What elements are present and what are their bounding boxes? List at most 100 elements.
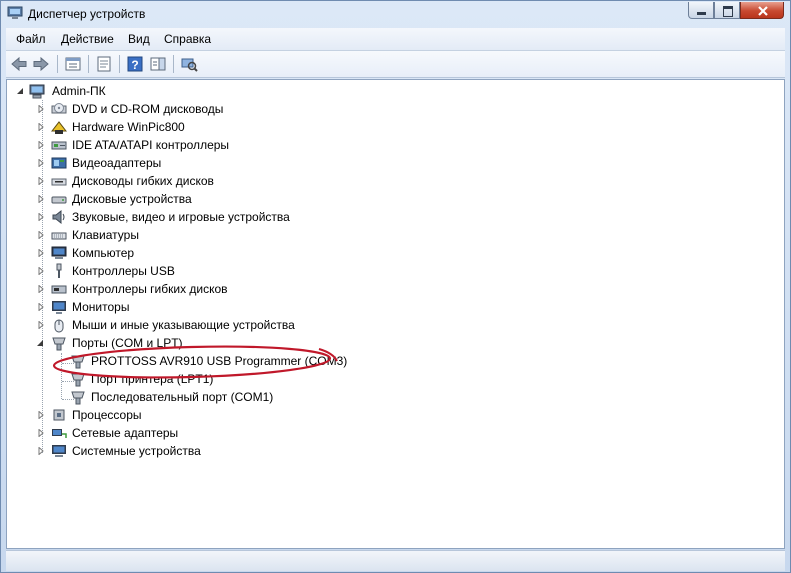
menu-bar: Файл Действие Вид Справка: [6, 28, 785, 51]
chip-programmer-icon: [51, 121, 67, 134]
help-button[interactable]: ?: [126, 55, 144, 73]
console-tree-button[interactable]: [64, 55, 82, 73]
tree-item-label: DVD и CD-ROM дисководы: [72, 102, 224, 116]
keyboard-icon: [51, 232, 67, 240]
back-button[interactable]: [10, 55, 28, 73]
menu-file[interactable]: Файл: [16, 32, 46, 46]
tree-item-floppy-controllers[interactable]: Контроллеры гибких дисков: [7, 280, 767, 298]
tree-item-label: Hardware WinPic800: [72, 120, 185, 134]
tree-item-label: Контроллеры USB: [72, 264, 175, 278]
close-button[interactable]: [740, 2, 784, 19]
forward-button[interactable]: [32, 55, 50, 73]
tree-item-label: Мониторы: [72, 300, 130, 314]
tree-item-label: IDE ATA/ATAPI контроллеры: [72, 138, 230, 152]
toolbar-separator: [173, 55, 174, 73]
mouse-icon: [54, 319, 64, 333]
usb-icon: [56, 263, 62, 278]
tree-item-label: Видеоадаптеры: [72, 156, 162, 170]
menu-help[interactable]: Справка: [164, 32, 211, 46]
scan-hardware-button[interactable]: [180, 55, 198, 73]
dvd-drive-icon: [51, 103, 67, 114]
device-manager-window: Диспетчер устройств Файл Действие Вид Сп…: [0, 0, 791, 573]
network-adapter-icon: [52, 429, 67, 438]
collapsed-arrow-icon[interactable]: [37, 195, 45, 203]
disk-drive-icon: [51, 196, 67, 204]
properties-button[interactable]: [95, 55, 113, 73]
collapsed-arrow-icon[interactable]: [37, 159, 45, 167]
tree-item-keyboards[interactable]: Клавиатуры: [7, 226, 767, 244]
toolbar: ?: [6, 51, 785, 78]
computer-icon: [29, 84, 45, 99]
tree-item-computer[interactable]: Компьютер: [7, 244, 767, 262]
tree-item-label: Компьютер: [72, 246, 135, 260]
collapsed-arrow-icon[interactable]: [37, 105, 45, 113]
collapsed-arrow-icon[interactable]: [37, 249, 45, 257]
ide-controller-icon: [51, 141, 67, 150]
collapsed-arrow-icon[interactable]: [37, 213, 45, 221]
tree-item-video[interactable]: Видеоадаптеры: [7, 154, 767, 172]
tree-item-label: Мыши и иные указывающие устройства: [72, 318, 295, 332]
close-icon: [758, 6, 768, 16]
svg-text:?: ?: [131, 58, 138, 72]
tree-item-winpic800[interactable]: Hardware WinPic800: [7, 118, 767, 136]
expanded-arrow-icon[interactable]: [16, 87, 24, 95]
tree-item-label: Клавиатуры: [72, 228, 139, 242]
tree-item-network[interactable]: Сетевые адаптеры: [7, 424, 767, 442]
tree-item-monitors[interactable]: Мониторы: [7, 298, 767, 316]
tree-item-disk-drives[interactable]: Дисковые устройства: [7, 190, 767, 208]
action-pane-button[interactable]: [149, 55, 167, 73]
computer-icon: [51, 246, 67, 259]
tree-item-label: Процессоры: [72, 408, 142, 422]
tree-item-label: Сетевые адаптеры: [72, 426, 179, 440]
toolbar-separator: [57, 55, 58, 73]
tree-root-admin-pc[interactable]: Admin-ПК: [7, 82, 767, 100]
tree-item-sound[interactable]: Звуковые, видео и игровые устройства: [7, 208, 767, 226]
minimize-button[interactable]: [688, 2, 714, 19]
collapsed-arrow-icon[interactable]: [37, 267, 45, 275]
tree-item-mice[interactable]: Мыши и иные указывающие устройства: [7, 316, 767, 334]
tree-item-label: Звуковые, видео и игровые устройства: [72, 210, 290, 224]
collapsed-arrow-icon[interactable]: [37, 303, 45, 311]
tree-item-processors[interactable]: Процессоры: [7, 406, 767, 424]
device-tree[interactable]: Admin-ПК DVD и CD-ROM дисководы Hardware…: [6, 79, 785, 549]
tree-item-usb[interactable]: Контроллеры USB: [7, 262, 767, 280]
menu-view[interactable]: Вид: [128, 32, 150, 46]
monitor-icon: [52, 301, 66, 314]
status-bar: [6, 550, 785, 571]
tree-item-label: Дисковые устройства: [72, 192, 192, 206]
expanded-arrow-icon[interactable]: [36, 339, 44, 347]
collapsed-arrow-icon[interactable]: [37, 231, 45, 239]
collapsed-arrow-icon[interactable]: [37, 177, 45, 185]
window-title: Диспетчер устройств: [28, 7, 146, 21]
floppy-controller-icon: [51, 285, 67, 294]
collapsed-arrow-icon[interactable]: [37, 285, 45, 293]
tree-item-dvd[interactable]: DVD и CD-ROM дисководы: [7, 100, 767, 118]
collapsed-arrow-icon[interactable]: [37, 321, 45, 329]
tree-item-label: Последовательный порт (COM1): [91, 390, 274, 404]
menu-action[interactable]: Действие: [61, 32, 114, 46]
collapsed-arrow-icon[interactable]: [37, 411, 45, 419]
floppy-drive-icon: [51, 178, 67, 186]
minimize-icon: [697, 12, 706, 15]
maximize-button[interactable]: [714, 2, 740, 19]
tree-item-label: Системные устройства: [72, 444, 201, 458]
tree-item-ide[interactable]: IDE ATA/ATAPI контроллеры: [7, 136, 767, 154]
collapsed-arrow-icon[interactable]: [37, 429, 45, 437]
collapsed-arrow-icon[interactable]: [37, 141, 45, 149]
title-bar[interactable]: Диспетчер устройств: [1, 1, 790, 27]
port-icon: [71, 391, 85, 405]
tree-item-label: Контроллеры гибких дисков: [72, 282, 228, 296]
toolbar-separator: [119, 55, 120, 73]
tree-item-floppy-drives[interactable]: Дисководы гибких дисков: [7, 172, 767, 190]
tree-item-system-devices[interactable]: Системные устройства: [7, 442, 767, 460]
tree-item-com1[interactable]: Последовательный порт (COM1): [7, 388, 767, 406]
highlight-ellipse-annotation: [52, 345, 338, 379]
collapsed-arrow-icon[interactable]: [37, 123, 45, 131]
system-devices-icon: [52, 445, 66, 457]
speaker-icon: [52, 209, 65, 225]
collapsed-arrow-icon[interactable]: [37, 447, 45, 455]
tree-item-label: Admin-ПК: [52, 84, 106, 98]
tree-item-label: Дисководы гибких дисков: [72, 174, 214, 188]
toolbar-separator: [88, 55, 89, 73]
display-adapter-icon: [51, 157, 67, 169]
